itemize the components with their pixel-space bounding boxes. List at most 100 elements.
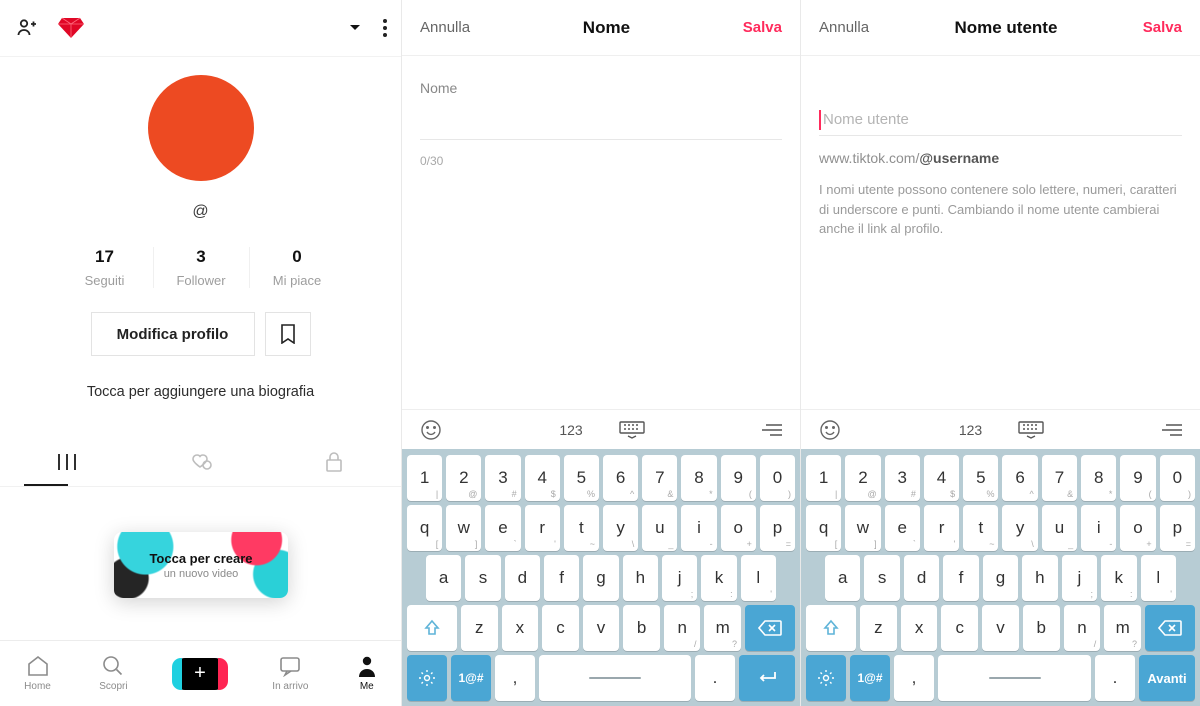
key-x[interactable]: x	[901, 605, 938, 651]
key-1[interactable]: 1|	[407, 455, 442, 501]
key-backspace[interactable]	[745, 605, 795, 651]
key-6[interactable]: 6^	[603, 455, 638, 501]
key-3[interactable]: 3#	[885, 455, 920, 501]
key-7[interactable]: 7&	[1042, 455, 1077, 501]
key-1[interactable]: 1|	[806, 455, 841, 501]
key-u[interactable]: u_	[642, 505, 677, 551]
key-y[interactable]: y\	[603, 505, 638, 551]
key-next[interactable]: Avanti	[1139, 655, 1195, 701]
key-j[interactable]: j;	[1062, 555, 1097, 601]
keyboard-menu-icon[interactable]	[762, 423, 782, 437]
nav-inbox[interactable]: In arrivo	[272, 655, 308, 692]
key-7[interactable]: 7&	[642, 455, 677, 501]
key-9[interactable]: 9(	[721, 455, 756, 501]
key-q[interactable]: q[	[806, 505, 841, 551]
key-a[interactable]: a	[825, 555, 860, 601]
key-c[interactable]: c	[542, 605, 579, 651]
numeric-toggle[interactable]: 123	[559, 422, 582, 438]
key-n[interactable]: n/	[664, 605, 701, 651]
key-h[interactable]: h	[623, 555, 658, 601]
nav-home[interactable]: Home	[24, 655, 51, 692]
keyboard-collapse-icon[interactable]	[1018, 421, 1044, 439]
tab-private[interactable]	[267, 440, 401, 484]
dropdown-icon[interactable]	[349, 24, 361, 32]
key-p[interactable]: p=	[1160, 505, 1195, 551]
key-v[interactable]: v	[583, 605, 620, 651]
key-8[interactable]: 8*	[681, 455, 716, 501]
key-c[interactable]: c	[941, 605, 978, 651]
key-shift[interactable]	[407, 605, 457, 651]
name-input[interactable]	[420, 108, 782, 140]
tab-liked[interactable]	[134, 440, 268, 484]
key-b[interactable]: b	[623, 605, 660, 651]
key-symbols[interactable]: 1@#	[850, 655, 890, 701]
key-r[interactable]: r'	[924, 505, 959, 551]
key-z[interactable]: z	[860, 605, 897, 651]
key-b[interactable]: b	[1023, 605, 1060, 651]
key-settings[interactable]	[806, 655, 846, 701]
avatar[interactable]	[148, 75, 254, 181]
key-0[interactable]: 0)	[1160, 455, 1195, 501]
edit-profile-button[interactable]: Modifica profilo	[91, 312, 255, 356]
key-h[interactable]: h	[1022, 555, 1057, 601]
key-s[interactable]: s	[864, 555, 899, 601]
tab-feed[interactable]	[0, 440, 134, 484]
key-space[interactable]	[938, 655, 1091, 701]
key-backspace[interactable]	[1145, 605, 1195, 651]
key-2[interactable]: 2@	[446, 455, 481, 501]
numeric-toggle[interactable]: 123	[959, 422, 982, 438]
key-g[interactable]: g	[583, 555, 618, 601]
key-i[interactable]: i-	[681, 505, 716, 551]
nav-me[interactable]: Me	[357, 655, 377, 692]
key-6[interactable]: 6^	[1002, 455, 1037, 501]
key-space[interactable]	[539, 655, 691, 701]
stat-following[interactable]: 17 Seguiti	[57, 247, 153, 288]
key-f[interactable]: f	[544, 555, 579, 601]
key-t[interactable]: t~	[963, 505, 998, 551]
key-q[interactable]: q[	[407, 505, 442, 551]
key-o[interactable]: o+	[721, 505, 756, 551]
key-l[interactable]: l'	[741, 555, 776, 601]
emoji-icon[interactable]	[819, 419, 841, 441]
key-comma[interactable]: ,	[495, 655, 535, 701]
key-t[interactable]: t~	[564, 505, 599, 551]
key-2[interactable]: 2@	[845, 455, 880, 501]
stat-likes[interactable]: 0 Mi piace	[249, 247, 345, 288]
more-icon[interactable]	[383, 19, 387, 37]
key-j[interactable]: j;	[662, 555, 697, 601]
key-i[interactable]: i-	[1081, 505, 1116, 551]
key-z[interactable]: z	[461, 605, 498, 651]
key-d[interactable]: d	[904, 555, 939, 601]
key-s[interactable]: s	[465, 555, 500, 601]
key-settings[interactable]	[407, 655, 447, 701]
key-u[interactable]: u_	[1042, 505, 1077, 551]
emoji-icon[interactable]	[420, 419, 442, 441]
key-o[interactable]: o+	[1120, 505, 1155, 551]
bookmarks-button[interactable]	[265, 312, 311, 356]
bio-placeholder[interactable]: Tocca per aggiungere una biografia	[0, 384, 401, 400]
key-9[interactable]: 9(	[1120, 455, 1155, 501]
key-dot[interactable]: .	[1095, 655, 1135, 701]
key-8[interactable]: 8*	[1081, 455, 1116, 501]
username-input[interactable]: Nome utente	[819, 104, 1182, 136]
key-d[interactable]: d	[505, 555, 540, 601]
key-e[interactable]: e`	[885, 505, 920, 551]
username-handle[interactable]: @	[192, 203, 208, 221]
nav-discover[interactable]: Scopri	[99, 655, 127, 692]
key-3[interactable]: 3#	[485, 455, 520, 501]
key-a[interactable]: a	[426, 555, 461, 601]
key-p[interactable]: p=	[760, 505, 795, 551]
key-w[interactable]: w]	[446, 505, 481, 551]
key-shift[interactable]	[806, 605, 856, 651]
gem-icon[interactable]	[58, 17, 84, 39]
key-n[interactable]: n/	[1064, 605, 1101, 651]
key-l[interactable]: l'	[1141, 555, 1176, 601]
cancel-button[interactable]: Annulla	[819, 19, 869, 36]
key-r[interactable]: r'	[525, 505, 560, 551]
key-0[interactable]: 0)	[760, 455, 795, 501]
key-4[interactable]: 4$	[924, 455, 959, 501]
key-e[interactable]: e`	[485, 505, 520, 551]
keyboard-menu-icon[interactable]	[1162, 423, 1182, 437]
stat-followers[interactable]: 3 Follower	[153, 247, 249, 288]
key-enter[interactable]	[739, 655, 795, 701]
